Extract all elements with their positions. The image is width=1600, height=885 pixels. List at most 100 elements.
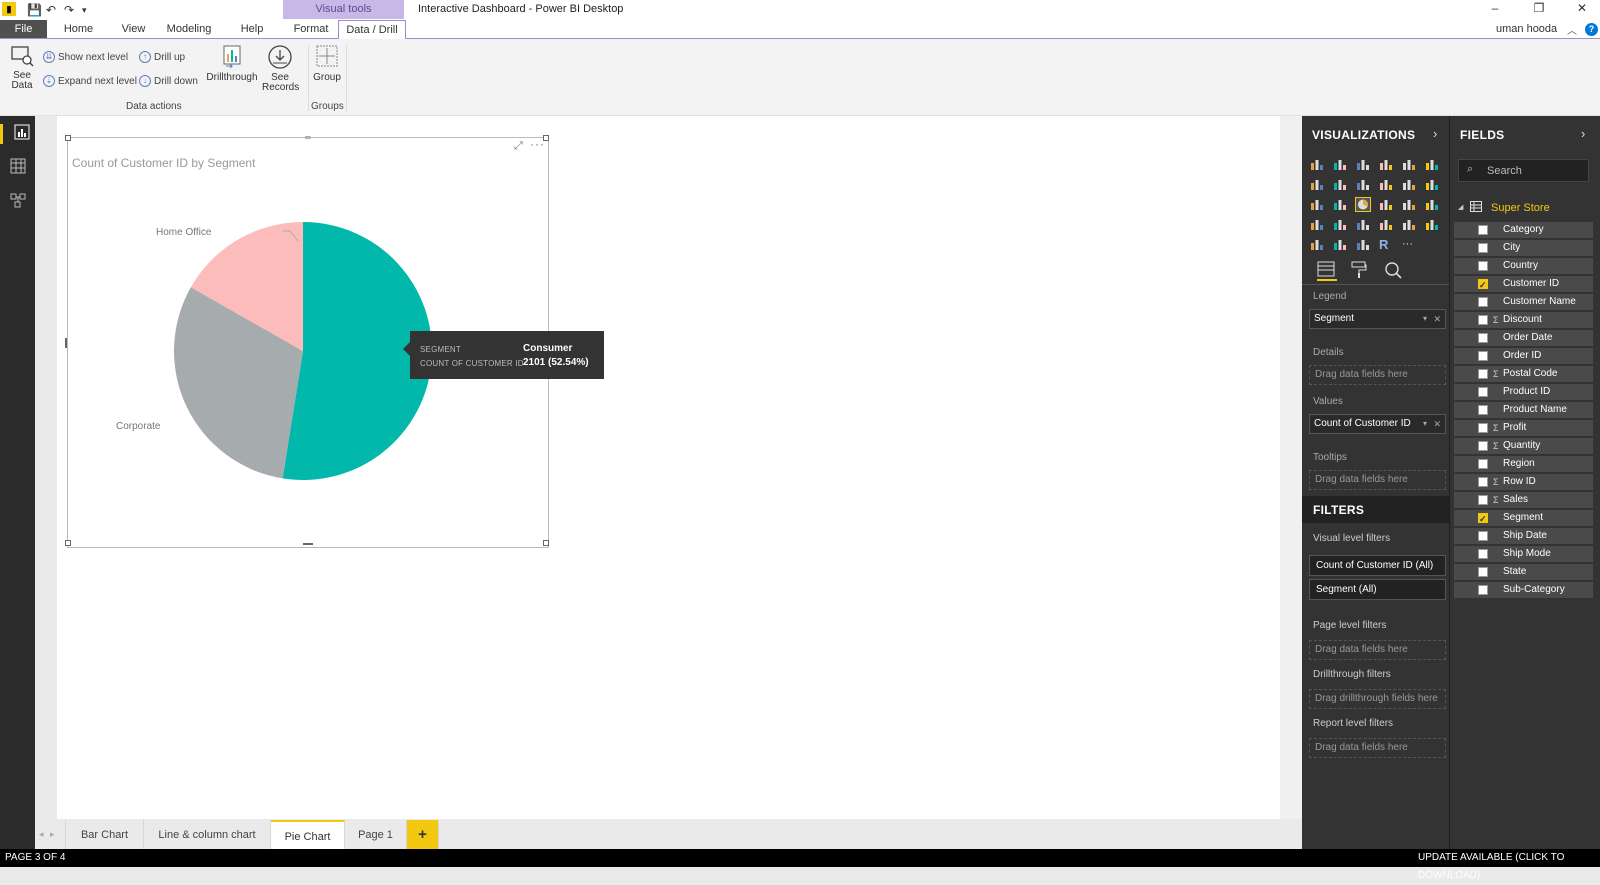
table-super-store[interactable]: Super Store [1491,202,1550,214]
field-row[interactable]: Σ Row ID [1454,474,1593,490]
field-checkbox[interactable] [1478,333,1488,343]
clustered-column-visual-icon[interactable] [1379,158,1393,171]
minimize-button[interactable]: – [1480,1,1510,15]
drill-down-button[interactable]: ↓ Drill down [139,75,198,87]
multi-row-card-visual-icon[interactable] [1402,218,1416,231]
kpi-visual-icon[interactable] [1425,218,1439,231]
field-row[interactable]: City [1454,240,1593,256]
field-checkbox[interactable] [1478,477,1488,487]
page-tab-line-column-chart[interactable]: Line & column chart [144,820,271,850]
gauge-visual-icon[interactable] [1356,218,1370,231]
field-checkbox[interactable] [1478,441,1488,451]
collapse-viz-pane-icon[interactable]: › [1433,126,1437,141]
dropdown-icon[interactable]: ▾ [1423,415,1427,433]
add-page-button[interactable]: + [407,820,439,850]
see-data-button[interactable]: See Data [8,44,36,91]
field-row[interactable]: Product Name [1454,402,1593,418]
field-checkbox[interactable] [1478,423,1488,433]
field-checkbox[interactable] [1478,351,1488,361]
funnel-visual-icon[interactable] [1333,218,1347,231]
field-row[interactable]: Σ Profit [1454,420,1593,436]
data-view-icon[interactable] [8,158,28,178]
field-row[interactable]: State [1454,564,1593,580]
pie-visual-icon[interactable] [1355,197,1371,212]
collapse-table-icon[interactable]: ◢ [1458,203,1463,211]
treemap-visual-icon[interactable] [1402,198,1416,211]
fields-well-tab-icon[interactable] [1317,261,1337,281]
save-icon[interactable]: 💾 [27,2,42,18]
clustered-bar-visual-icon[interactable] [1356,158,1370,171]
undo-icon[interactable]: ↶ [46,2,56,18]
drillthrough-button[interactable]: Drillthrough [204,44,260,83]
field-row[interactable]: Country [1454,258,1593,274]
field-checkbox[interactable] [1478,567,1488,577]
report-view-icon[interactable] [0,124,35,144]
field-row[interactable]: Σ Quantity [1454,438,1593,454]
area-visual-icon[interactable] [1333,178,1347,191]
stacked-area-visual-icon[interactable] [1356,178,1370,191]
page-tab-bar-chart[interactable]: Bar Chart [65,820,144,850]
line-column-visual-icon[interactable] [1379,178,1393,191]
field-checkbox[interactable] [1478,315,1488,325]
tab-home[interactable]: Home [62,20,95,38]
field-checkbox[interactable] [1478,225,1488,235]
field-checkbox[interactable] [1478,261,1488,271]
slicer-visual-icon[interactable] [1310,238,1324,251]
line-clustered-visual-icon[interactable] [1402,178,1416,191]
page-nav-prev-icon[interactable]: ◂ [39,829,44,840]
donut-visual-icon[interactable] [1379,198,1393,211]
group-button[interactable]: Group [312,44,342,83]
redo-icon[interactable]: ↷ [64,2,74,18]
tab-format[interactable]: Format [289,20,333,38]
field-row[interactable]: Σ Postal Code [1454,366,1593,382]
more-visual-icon[interactable]: ··· [1402,238,1416,251]
page-filters-well[interactable]: Drag data fields here [1309,640,1446,660]
waterfall-visual-icon[interactable] [1310,198,1324,211]
field-checkbox[interactable] [1478,495,1488,505]
filled-map-visual-icon[interactable] [1310,218,1324,231]
matrix-visual-icon[interactable] [1356,238,1370,251]
100-column-visual-icon[interactable] [1425,158,1439,171]
table-visual-icon[interactable] [1333,238,1347,251]
filter-segment[interactable]: Segment (All) [1309,579,1446,600]
field-row[interactable]: Ship Date [1454,528,1593,544]
resize-handle[interactable] [65,135,71,141]
ribbon-visual-icon[interactable] [1425,178,1439,191]
show-next-level-button[interactable]: ⇊ Show next level [43,51,128,63]
card-visual-icon[interactable] [1379,218,1393,231]
field-row[interactable]: Category [1454,222,1593,238]
tab-file[interactable]: File [0,20,47,38]
field-row[interactable]: Customer ID [1454,276,1593,293]
field-row[interactable]: Order ID [1454,348,1593,364]
model-view-icon[interactable] [8,192,28,212]
resize-handle[interactable] [303,543,313,545]
tab-modeling[interactable]: Modeling [166,20,212,38]
field-row[interactable]: Sub-Category [1454,582,1593,598]
tooltips-well[interactable]: Drag data fields here [1309,470,1446,490]
restore-button[interactable]: ❐ [1524,1,1554,15]
report-filters-well[interactable]: Drag data fields here [1309,738,1446,758]
tab-view[interactable]: View [117,20,150,38]
field-checkbox[interactable] [1478,277,1488,293]
values-well[interactable]: Count of Customer ID ▾ ✕ [1309,414,1446,434]
see-records-button[interactable]: See Records [262,44,299,93]
field-row[interactable]: Σ Sales [1454,492,1593,508]
page-nav-next-icon[interactable]: ▸ [50,829,55,840]
resize-handle[interactable] [65,338,67,348]
field-checkbox[interactable] [1478,511,1488,527]
drillthrough-filters-well[interactable]: Drag drillthrough fields here [1309,689,1446,709]
analytics-magnifier-icon[interactable] [1384,261,1402,282]
field-checkbox[interactable] [1478,405,1488,415]
update-available-link[interactable]: UPDATE AVAILABLE (CLICK TO DOWNLOAD) [1418,849,1600,885]
collapse-ribbon-icon[interactable]: ︿ [1567,22,1577,37]
stacked-column-visual-icon[interactable] [1333,158,1347,171]
field-checkbox[interactable] [1478,387,1488,397]
canvas-scrollbar[interactable] [1280,116,1302,819]
100-bar-visual-icon[interactable] [1402,158,1416,171]
page-tab-pie-chart[interactable]: Pie Chart [271,820,345,850]
fields-search-input[interactable]: ⌕ Search [1458,159,1589,182]
filter-count-customer-id[interactable]: Count of Customer ID (All) [1309,555,1446,576]
field-checkbox[interactable] [1478,459,1488,469]
field-row[interactable]: Customer Name [1454,294,1593,310]
r-visual-visual-icon[interactable]: R [1379,238,1393,251]
